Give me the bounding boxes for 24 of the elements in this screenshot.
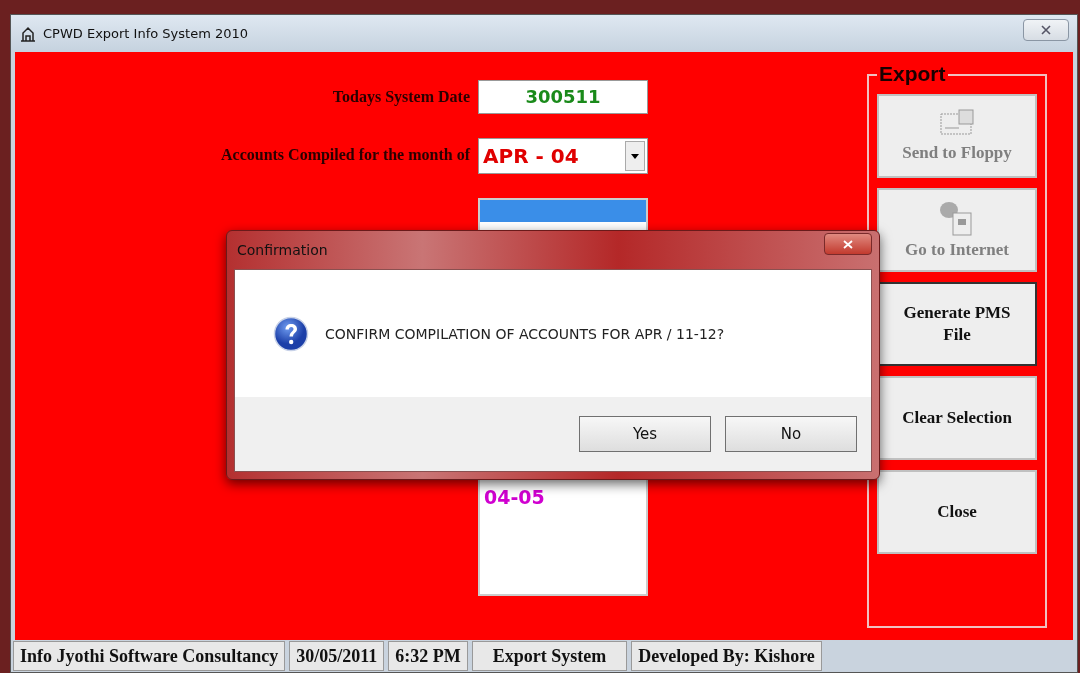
export-button[interactable]: Generate PMS File [877, 282, 1037, 366]
field-label: Todays System Date [331, 87, 470, 106]
status-panel: 6:32 PM [388, 641, 468, 671]
status-panel: Developed By: Kishore [631, 641, 822, 671]
close-icon [843, 239, 853, 249]
status-panel: 30/05/2011 [289, 641, 385, 671]
dialog-close-button[interactable] [824, 233, 872, 255]
status-panel: Info Jyothi Software Consultancy [13, 641, 286, 671]
field-label: Accounts Compiled for the month of [219, 145, 470, 164]
window-title: CPWD Export Info System 2010 [43, 26, 249, 41]
list-item[interactable]: 04-05 [480, 486, 646, 508]
month-dropdown[interactable]: APR - 04 [478, 138, 648, 174]
dialog-title: Confirmation [237, 242, 328, 258]
export-button[interactable]: Close [877, 470, 1037, 554]
export-button[interactable]: Clear Selection [877, 376, 1037, 460]
dialog-button[interactable]: Yes [579, 416, 711, 452]
close-button[interactable] [1023, 18, 1069, 41]
dialog-button[interactable]: No [725, 416, 857, 452]
dialog-message: CONFIRM COMPILATION OF ACCOUNTS FOR APR / 11-12? [325, 325, 725, 342]
app-icon [19, 25, 37, 42]
close-icon [1041, 24, 1051, 35]
question-icon [273, 315, 309, 352]
date-field[interactable]: 300511 [478, 80, 648, 114]
status-panel: Export System [471, 641, 628, 671]
